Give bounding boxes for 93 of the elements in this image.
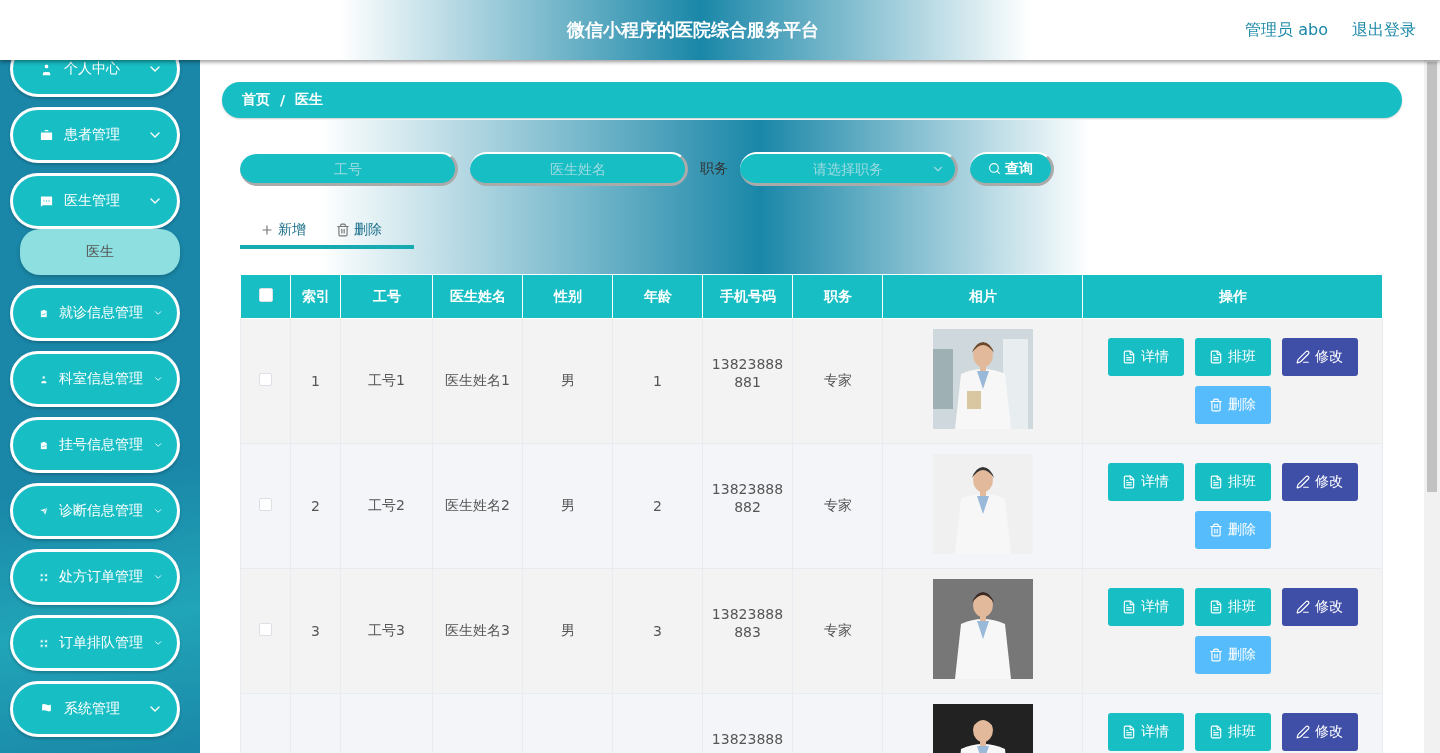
document-icon [1122,475,1136,489]
sidebar-item[interactable]: 订单排队管理 [10,615,180,671]
delete-button[interactable]: 删除 [1194,386,1271,424]
delete-button[interactable]: 删除 [336,220,382,239]
edit-button[interactable]: 修改 [1281,463,1358,501]
schedule-button[interactable]: 排班 [1194,338,1271,376]
trash-icon [1209,523,1223,537]
pencil-icon [1296,600,1310,614]
sidebar-item[interactable]: 个人中心 [10,60,180,97]
trash-icon [1209,398,1223,412]
table-cell-text: 13823888 883 [710,605,785,641]
column-header: 医生姓名 [432,274,523,319]
document-icon [1122,725,1136,739]
schedule-button[interactable]: 排班 [1194,713,1271,751]
document-icon [1209,600,1223,614]
edit-button[interactable]: 修改 [1281,588,1358,626]
table-cell: 医生姓名3 [445,622,510,638]
table-cell: 男 [560,622,575,638]
submenu-item[interactable]: 医生 [20,229,180,275]
table-cell: 专家 [823,372,852,388]
search-button[interactable]: 查询 [970,152,1054,186]
table-cell-text: 13823888 [710,730,785,748]
checkbox[interactable] [259,623,272,636]
table-cell: 2 [653,498,662,514]
pencil-icon [1296,725,1310,739]
scrollbar-thumb[interactable] [1427,62,1437,492]
breadcrumb-item[interactable]: 首页 [242,91,270,109]
checkbox[interactable] [259,498,272,511]
table-cell: 工号3 [368,622,405,638]
schedule-button[interactable]: 排班 [1194,588,1271,626]
trash-icon [1209,648,1223,662]
table-cell: 男 [560,372,575,388]
sidebar-item[interactable]: 医生管理 [10,173,180,229]
sidebar-item[interactable]: 挂号信息管理 [10,417,180,473]
sidebar-item[interactable]: 就诊信息管理 [10,285,180,341]
schedule-button[interactable]: 排班 [1194,463,1271,501]
table-cell: 男 [560,497,575,513]
detail-button[interactable]: 详情 [1107,338,1184,376]
column-header: 手机号码 [702,274,793,319]
trash-icon [336,222,350,237]
table-cell: 医生姓名2 [445,497,510,513]
search-icon [988,162,1001,175]
column-header: 性别 [522,274,613,319]
user-link[interactable]: 管理员 abo [1245,19,1328,41]
column-header: 职务 [792,274,883,319]
column-header: 操作 [1082,274,1383,319]
table-cell: 专家 [823,497,852,513]
pencil-icon [1296,475,1310,489]
table-cell: 3 [653,623,662,639]
table-cell: 2 [311,498,320,514]
sidebar-item[interactable]: 处方订单管理 [10,549,180,605]
pencil-icon [1296,350,1310,364]
document-icon [1209,350,1223,364]
table-cell-text: 13823888 882 [710,480,785,516]
document-icon [1122,600,1136,614]
document-icon [1122,350,1136,364]
field-label: 职务 [700,160,728,178]
delete-button[interactable]: 删除 [1194,636,1271,674]
table-cell: 工号1 [368,372,405,388]
detail-button[interactable]: 详情 [1107,463,1184,501]
person-icon [39,61,54,77]
breadcrumb-separator: / [280,92,286,108]
logout-link[interactable]: 退出登录 [1352,19,1416,41]
table-cell: 工号2 [368,497,405,513]
detail-button[interactable]: 详情 [1107,588,1184,626]
checkbox[interactable] [258,288,273,302]
sidebar-item[interactable]: 诊断信息管理 [10,483,180,539]
document-icon [1209,475,1223,489]
app-title: 微信小程序的医院综合服务平台 [565,18,820,42]
table-cell: 专家 [823,622,852,638]
breadcrumb-item[interactable]: 医生 [295,91,324,109]
chat-icon [39,193,54,209]
sidebar-item[interactable]: 系统管理 [10,681,180,737]
table-cell: 1 [311,373,320,389]
table-cell: 3 [311,623,320,639]
detail-button[interactable]: 详情 [1107,713,1184,751]
briefcase-icon [39,127,54,143]
column-header: 相片 [882,274,1083,319]
table-cell-text: 13823888 881 [710,355,785,391]
edit-button[interactable]: 修改 [1281,713,1358,751]
column-header: 工号 [340,274,433,319]
delete-button[interactable]: 删除 [1194,511,1271,549]
column-header: 索引 [290,274,341,319]
column-header: 年龄 [612,274,703,319]
edit-button[interactable]: 修改 [1281,338,1358,376]
document-icon [1209,725,1223,739]
sidebar-item[interactable]: 科室信息管理 [10,351,180,407]
sidebar-item[interactable]: 患者管理 [10,107,180,163]
table-cell: 1 [653,373,662,389]
plus-icon [260,222,274,237]
add-button[interactable]: 新增 [260,220,306,239]
table-cell: 医生姓名1 [445,372,510,388]
checkbox[interactable] [259,373,272,386]
